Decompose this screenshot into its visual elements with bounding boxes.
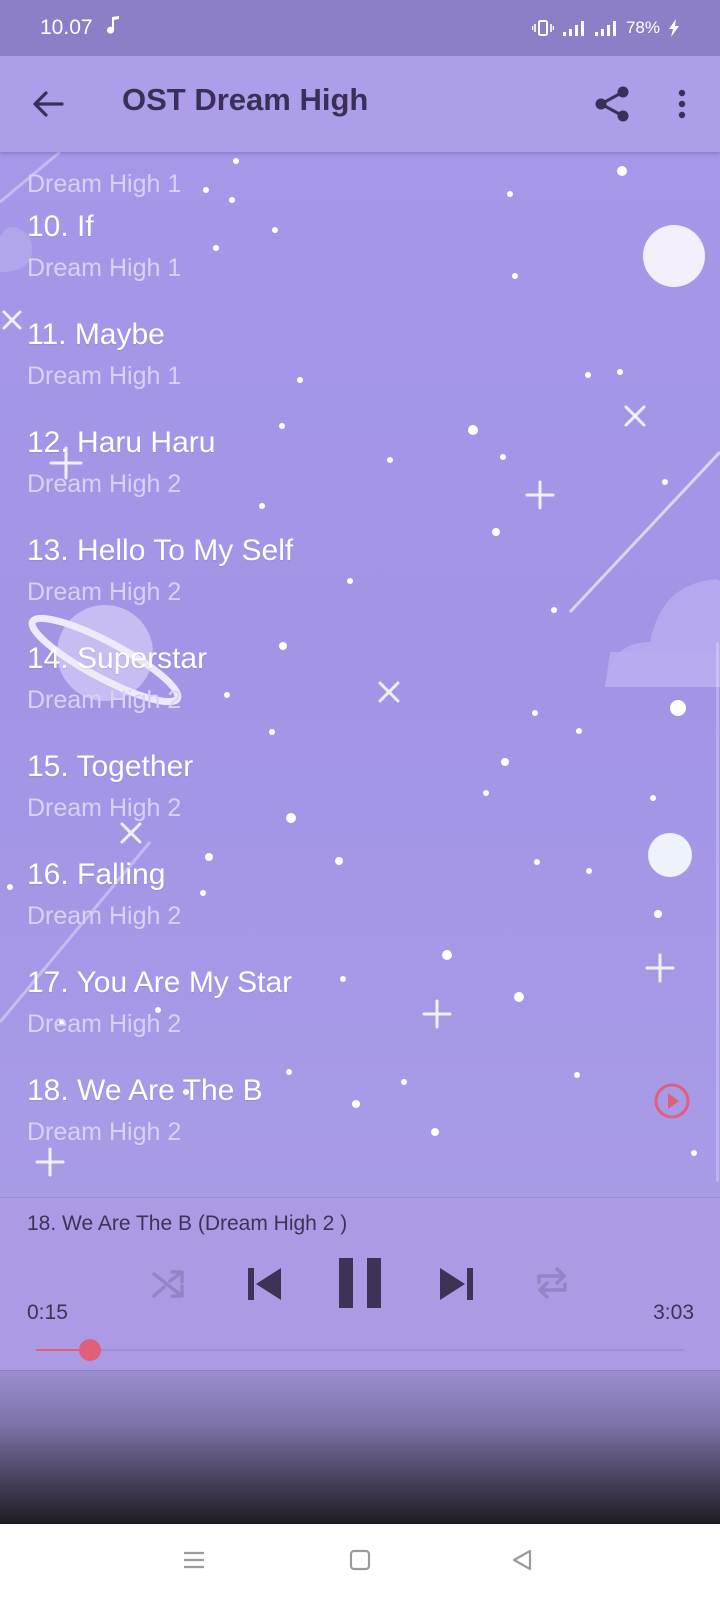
- list-item[interactable]: 12. Haru Haru Dream High 2: [0, 426, 720, 535]
- track-album: Dream High 2: [27, 1118, 182, 1146]
- shuffle-icon[interactable]: [150, 1266, 186, 1302]
- scrollbar[interactable]: [716, 642, 719, 1182]
- track-list-area[interactable]: Dream High 1 10. If Dream High 1 11. May…: [0, 152, 720, 1197]
- status-right: 78%: [531, 18, 680, 38]
- system-nav-bar: [0, 1524, 720, 1600]
- total-time: 3:03: [653, 1301, 694, 1324]
- vibrate-icon: [531, 19, 554, 37]
- back-arrow-icon[interactable]: [28, 84, 68, 124]
- back-icon[interactable]: [510, 1548, 534, 1572]
- track-title: 15. Together: [27, 750, 194, 783]
- share-icon[interactable]: [590, 82, 634, 126]
- app-bar: OST Dream High: [0, 56, 720, 152]
- charging-icon: [668, 19, 680, 37]
- track-album: Dream High 2: [27, 794, 182, 822]
- list-item[interactable]: 10. If Dream High 1: [0, 210, 720, 319]
- track-album: Dream High 2: [27, 578, 182, 606]
- now-playing-label: 18. We Are The B (Dream High 2 ): [27, 1212, 348, 1235]
- more-vert-icon[interactable]: [666, 84, 698, 124]
- track-title: 13. Hello To My Self: [27, 534, 294, 567]
- list-item[interactable]: 18. We Are The B Dream High 2: [0, 1074, 720, 1183]
- now-playing-play-icon[interactable]: [653, 1082, 691, 1120]
- track-title: 11. Maybe: [27, 318, 165, 351]
- track-title: 10. If: [27, 210, 94, 243]
- next-icon[interactable]: [436, 1264, 476, 1304]
- ad-banner-area: [0, 1371, 720, 1524]
- signal-icon: [562, 19, 586, 37]
- home-icon[interactable]: [348, 1548, 372, 1572]
- pause-icon[interactable]: [336, 1256, 384, 1310]
- list-item[interactable]: 11. Maybe Dream High 1: [0, 318, 720, 427]
- repeat-icon[interactable]: [533, 1264, 571, 1302]
- seek-bar[interactable]: [36, 1349, 684, 1351]
- music-note-icon: [106, 15, 121, 41]
- list-item[interactable]: 17. You Are My Star Dream High 2: [0, 966, 720, 1075]
- track-title: 12. Haru Haru: [27, 426, 216, 459]
- track-album: Dream High 1: [27, 362, 182, 390]
- track-title: 14. Superstar: [27, 642, 208, 675]
- track-album: Dream High 2: [27, 902, 182, 930]
- signal-icon: [594, 19, 618, 37]
- track-album: Dream High 1: [27, 170, 182, 198]
- track-album: Dream High 2: [27, 470, 182, 498]
- list-item[interactable]: 14. Superstar Dream High 2: [0, 642, 720, 751]
- track-album: Dream High 2: [27, 1010, 182, 1038]
- player-bar: 18. We Are The B (Dream High 2 ) 0:15 3:…: [0, 1197, 720, 1371]
- page-title: OST Dream High: [122, 82, 369, 117]
- list-item[interactable]: 15. Together Dream High 2: [0, 750, 720, 859]
- track-album: Dream High 1: [27, 254, 182, 282]
- status-bar: 10.07 78%: [0, 0, 720, 56]
- seek-bar-thumb[interactable]: [78, 1339, 101, 1361]
- status-time: 10.07: [40, 16, 93, 39]
- list-item[interactable]: 16. Falling Dream High 2: [0, 858, 720, 967]
- status-left: 10.07: [40, 15, 121, 41]
- track-title: 16. Falling: [27, 858, 166, 891]
- track-title: 18. We Are The B: [27, 1074, 263, 1107]
- list-item[interactable]: 13. Hello To My Self Dream High 2: [0, 534, 720, 643]
- current-time: 0:15: [27, 1301, 68, 1324]
- track-title: 17. You Are My Star: [27, 966, 293, 999]
- menu-icon[interactable]: [182, 1548, 206, 1572]
- track-album: Dream High 2: [27, 686, 182, 714]
- previous-icon[interactable]: [245, 1264, 285, 1304]
- battery-level: 78%: [625, 18, 660, 37]
